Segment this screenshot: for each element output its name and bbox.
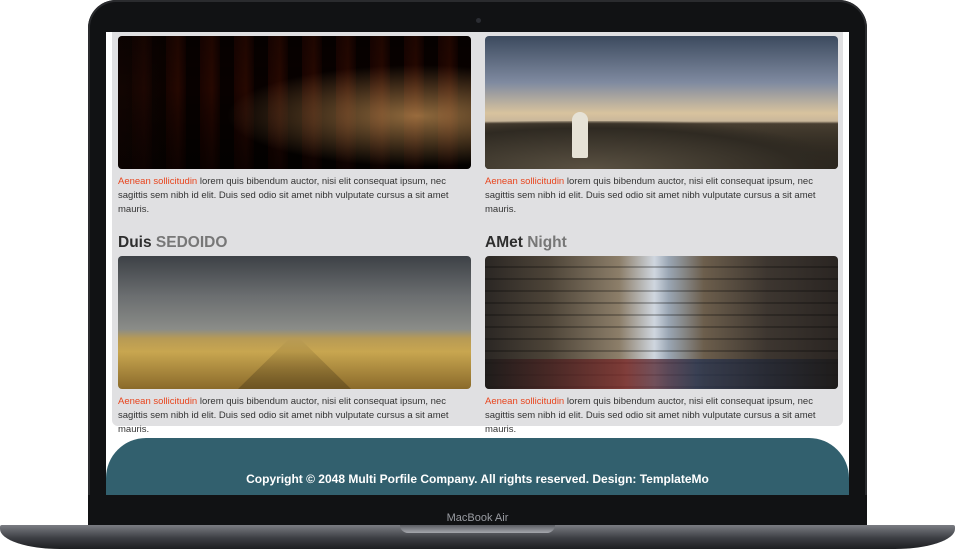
footer-copyright: Copyright © 2048 Multi Porfile Company. … bbox=[246, 472, 709, 486]
card-title: AMet Night bbox=[485, 234, 567, 252]
camera-icon bbox=[476, 18, 481, 23]
arches-corridor-image[interactable] bbox=[118, 36, 471, 169]
gallery-panel: Aenean sollicitudin lorem quis bibendum … bbox=[112, 32, 843, 435]
gallery-card: Duis SEDOIDO Aenean sollicitudin lorem q… bbox=[118, 232, 471, 435]
card-title-muted: SEDOIDO bbox=[155, 234, 228, 251]
card-description-link[interactable]: Aenean sollicitudin bbox=[485, 396, 564, 407]
card-description-link[interactable]: Aenean sollicitudin bbox=[118, 396, 197, 407]
site-footer: Copyright © 2048 Multi Porfile Company. … bbox=[106, 438, 849, 495]
card-title-muted: Night bbox=[527, 234, 567, 251]
card-description: Aenean sollicitudin lorem quis bibendum … bbox=[118, 395, 471, 437]
card-title: Duis SEDOIDO bbox=[118, 234, 227, 252]
card-description: Aenean sollicitudin lorem quis bibendum … bbox=[485, 175, 838, 217]
card-description: Aenean sollicitudin lorem quis bibendum … bbox=[118, 175, 471, 217]
gallery-card: Aenean sollicitudin lorem quis bibendum … bbox=[485, 32, 838, 234]
gallery-card: Aenean sollicitudin lorem quis bibendum … bbox=[118, 32, 471, 234]
card-description: Aenean sollicitudin lorem quis bibendum … bbox=[485, 395, 838, 437]
card-title-main: Duis bbox=[118, 234, 152, 251]
field-path-image[interactable] bbox=[118, 256, 471, 389]
device-label: MacBook Air bbox=[446, 512, 509, 524]
card-description-link[interactable]: Aenean sollicitudin bbox=[118, 176, 197, 187]
card-description-link[interactable]: Aenean sollicitudin bbox=[485, 176, 564, 187]
city-street-image[interactable] bbox=[485, 256, 838, 389]
laptop-base-notch bbox=[400, 525, 555, 533]
browser-screen: Aenean sollicitudin lorem quis bibendum … bbox=[106, 32, 849, 495]
gallery-card: AMet Night Aenean sollicitudin lorem qui… bbox=[485, 232, 838, 435]
card-title-main: AMet bbox=[485, 234, 523, 251]
cliff-monk-image[interactable] bbox=[485, 36, 838, 169]
